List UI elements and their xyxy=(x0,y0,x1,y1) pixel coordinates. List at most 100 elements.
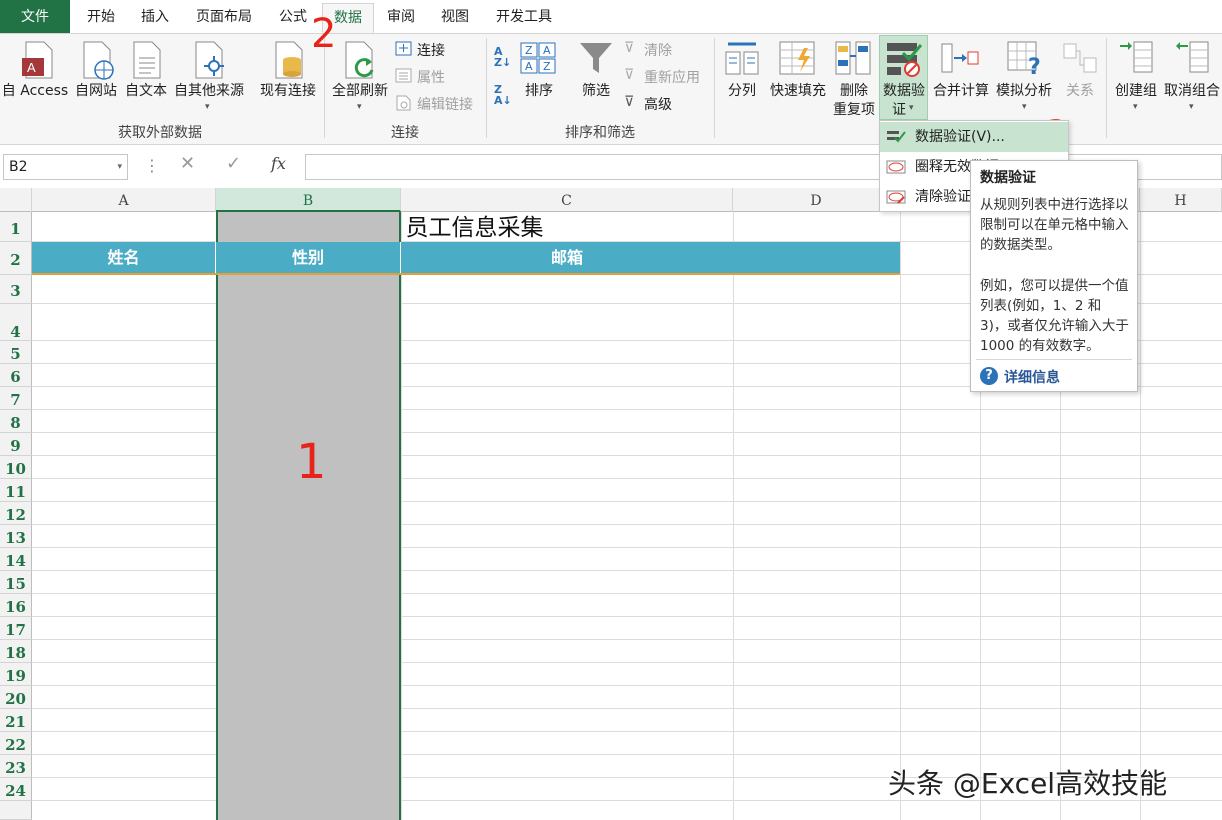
row-header xyxy=(0,801,32,820)
row-header[interactable]: 12 xyxy=(0,502,32,525)
flash-fill-icon xyxy=(779,41,815,75)
select-all-corner[interactable] xyxy=(0,188,32,212)
text-to-columns-icon xyxy=(725,42,759,75)
tab-file[interactable]: 文件 xyxy=(0,0,70,33)
annotation-2: 2 xyxy=(311,11,337,57)
row-header[interactable]: 9 xyxy=(0,433,32,456)
globe-icon xyxy=(83,41,114,80)
data-validation-icon xyxy=(887,131,906,143)
row-header[interactable]: 2 xyxy=(0,242,32,275)
svg-text:Z: Z xyxy=(525,44,533,57)
header-cell-gender[interactable]: 性别 xyxy=(216,242,401,273)
menu-item-data-validation[interactable]: 数据验证(V)... xyxy=(880,122,1068,152)
group-label-external-data: 获取外部数据 xyxy=(118,125,202,141)
header-cell-email[interactable]: 邮箱 xyxy=(401,242,733,273)
row-header[interactable]: 14 xyxy=(0,548,32,571)
gridline xyxy=(733,212,734,820)
consolidate-icon xyxy=(941,43,979,73)
remove-duplicates-icon xyxy=(835,41,871,75)
name-box[interactable]: B2 ▾ xyxy=(3,154,128,180)
row-header[interactable]: 15 xyxy=(0,571,32,594)
svg-text:A: A xyxy=(27,60,36,75)
ungroup-icon xyxy=(1176,41,1209,73)
tab-review[interactable]: 审阅 xyxy=(378,0,424,33)
row-header[interactable]: 24 xyxy=(0,778,32,801)
row-header[interactable]: 8 xyxy=(0,410,32,433)
row-header[interactable]: 22 xyxy=(0,732,32,755)
reapply-icon: ⊽ xyxy=(624,67,635,83)
gridline xyxy=(32,570,1222,571)
row-header[interactable]: 23 xyxy=(0,755,32,778)
row-header[interactable]: 19 xyxy=(0,663,32,686)
tooltip-body-2: 例如，您可以提供一个值列表(例如，1、2 和 3)，或者仅允许输入大于 1000… xyxy=(980,278,1129,354)
access-icon: A xyxy=(22,41,53,79)
clear-label: 清除 xyxy=(644,43,672,59)
cancel-icon[interactable]: ✕ xyxy=(180,153,195,174)
row-header[interactable]: 16 xyxy=(0,594,32,617)
column-header-c[interactable]: C xyxy=(401,188,733,212)
row-header[interactable]: 6 xyxy=(0,364,32,387)
gridline xyxy=(32,455,1222,456)
annotation-1: 1 xyxy=(296,434,327,490)
group-label-connections: 连接 xyxy=(391,125,419,141)
existing-connections-label: 现有连接 xyxy=(260,83,316,99)
existing-connections-icon xyxy=(275,41,303,79)
gridline xyxy=(32,547,1222,548)
header-row: 姓名 性别 邮箱 xyxy=(32,242,900,275)
filter-label: 筛选 xyxy=(582,83,610,99)
column-header-b[interactable]: B xyxy=(216,188,401,212)
filter-funnel-icon xyxy=(580,43,612,73)
ribbon-separator xyxy=(1106,38,1107,138)
gridline xyxy=(32,478,1222,479)
from-web-label: 自网站 xyxy=(75,83,117,99)
gridline xyxy=(32,685,1222,686)
tab-insert[interactable]: 插入 xyxy=(130,0,180,33)
gridline xyxy=(32,501,1222,502)
data-validation-label-2: 证 xyxy=(892,102,906,118)
tab-formulas[interactable]: 公式 xyxy=(270,0,316,33)
circle-invalid-icon xyxy=(886,160,906,174)
gridline xyxy=(32,432,1222,433)
ribbon-tabs: 文件 开始 插入 页面布局 公式 数据 审阅 视图 开发工具 xyxy=(0,0,1222,33)
row-header[interactable]: 5 xyxy=(0,341,32,364)
row-header[interactable]: 21 xyxy=(0,709,32,732)
row-header[interactable]: 4 xyxy=(0,304,32,341)
svg-text:Z: Z xyxy=(543,60,551,73)
sheet-title[interactable]: 员工信息采集 xyxy=(216,212,733,242)
tab-home[interactable]: 开始 xyxy=(76,0,126,33)
gridline xyxy=(900,212,901,820)
column-header-h[interactable]: H xyxy=(1140,188,1222,212)
row-header[interactable]: 18 xyxy=(0,640,32,663)
name-box-value: B2 xyxy=(9,159,28,175)
remove-duplicates-label: 删除 xyxy=(840,83,868,99)
tab-developer[interactable]: 开发工具 xyxy=(486,0,562,33)
row-header[interactable]: 11 xyxy=(0,479,32,502)
enter-icon[interactable]: ✓ xyxy=(226,153,241,174)
insert-function-icon[interactable]: fx xyxy=(271,154,286,173)
row-header[interactable]: 10 xyxy=(0,456,32,479)
row-header[interactable]: 20 xyxy=(0,686,32,709)
tab-page-layout[interactable]: 页面布局 xyxy=(186,0,262,33)
connections-icon xyxy=(395,41,412,56)
what-if-label: 模拟分析 xyxy=(996,83,1052,99)
ungroup-label: 取消组合 xyxy=(1164,83,1220,99)
advanced-label: 高级 xyxy=(644,97,672,113)
ribbon-separator xyxy=(714,38,715,138)
row-header[interactable]: 1 xyxy=(0,212,32,242)
data-validation-button[interactable]: 数据验 证 ▾ xyxy=(879,35,928,120)
help-icon: ? xyxy=(980,367,998,385)
row-header[interactable]: 13 xyxy=(0,525,32,548)
selection-border xyxy=(216,212,401,820)
header-cell-name[interactable]: 姓名 xyxy=(32,242,216,273)
tab-view[interactable]: 视图 xyxy=(432,0,478,33)
column-header-d[interactable]: D xyxy=(733,188,900,212)
row-header[interactable]: 7 xyxy=(0,387,32,410)
column-header-a[interactable]: A xyxy=(32,188,216,212)
tooltip-more-info-link[interactable]: 详细信息 xyxy=(1004,367,1060,387)
gridline xyxy=(32,639,1222,640)
from-text-label: 自文本 xyxy=(125,83,167,99)
watermark: 头条 @Excel高效技能 xyxy=(888,767,1168,800)
gridline xyxy=(401,212,402,820)
row-header[interactable]: 17 xyxy=(0,617,32,640)
row-header[interactable]: 3 xyxy=(0,275,32,304)
